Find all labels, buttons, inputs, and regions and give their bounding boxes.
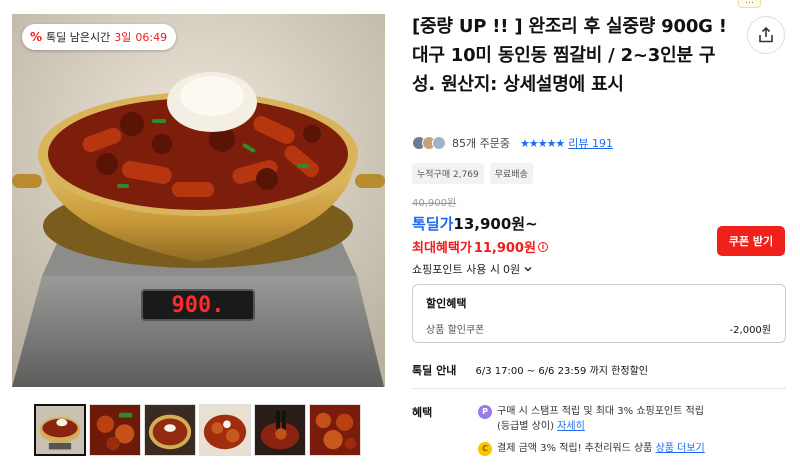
more-products-link[interactable]: 상품 더보기 xyxy=(656,443,705,454)
benefit-item-stamp-points: P 구매 시 스탬프 적립 및 최대 3% 쇼핑포인트 적립 (등급별 상이) … xyxy=(478,404,704,434)
thumbnail-1[interactable] xyxy=(34,404,86,456)
review-link[interactable]: 리뷰 191 xyxy=(568,135,613,151)
tag-free-shipping: 무료배송 xyxy=(489,163,533,184)
thumbnail-image xyxy=(200,405,250,455)
deal-price: 톡딜가13,900원~ xyxy=(412,213,538,234)
deal-timer-badge: % 톡딜 남은시간 3일 06:49 xyxy=(22,24,177,50)
points-icon: P xyxy=(478,405,492,419)
main-product-image: 900. xyxy=(12,14,385,387)
thumbnail-6[interactable] xyxy=(309,404,361,456)
points-label: 쇼핑포인트 사용 시 xyxy=(412,263,500,276)
benefit-text-line1: 구매 시 스탬프 적립 및 최대 3% 쇼핑포인트 적립 xyxy=(497,406,704,417)
corner-badge: … xyxy=(738,0,761,8)
discount-box-title: 할인혜택 xyxy=(426,297,467,310)
rating-stars-icon: ★★★★★ xyxy=(519,136,565,150)
avatar xyxy=(432,136,446,150)
thumbnail-4[interactable] xyxy=(199,404,251,456)
divider xyxy=(412,388,786,389)
scale-readout: 900. xyxy=(172,293,225,318)
details-link[interactable]: 자세히 xyxy=(557,421,585,432)
thumbnail-2[interactable] xyxy=(89,404,141,456)
deal-info-row: 톡딜 안내 6/3 17:00 ~ 6/6 23:59 까지 한정할인 xyxy=(412,362,648,378)
thumbnail-strip xyxy=(34,404,361,456)
max-benefit-label: 최대혜택가 xyxy=(412,241,472,256)
coupon-discount-label: 상품 할인쿠폰 xyxy=(426,325,485,336)
benefit-text-line1: 결제 금액 3% 적립! 추천리워드 상품 xyxy=(497,443,653,454)
product-photo-illustration: 900. xyxy=(12,14,385,387)
thumbnail-image xyxy=(36,406,84,454)
benefit-item-reward: C 결제 금액 3% 적립! 추천리워드 상품 상품 더보기 xyxy=(478,441,705,456)
benefits-label: 혜택 xyxy=(412,406,433,419)
deal-info-label: 톡딜 안내 xyxy=(412,364,457,377)
chevron-down-icon xyxy=(524,267,532,272)
deal-price-value: 13,900원~ xyxy=(453,215,538,233)
tag-total-purchases: 누적구매 2,769 xyxy=(412,163,484,184)
original-price: 40,900원 xyxy=(412,198,457,209)
thumbnail-3[interactable] xyxy=(144,404,196,456)
shopping-points-dropdown[interactable]: 쇼핑포인트 사용 시 0원 xyxy=(412,261,533,277)
deal-timer-time: 06:49 xyxy=(135,30,168,44)
review-summary: 85개 주문중 ★★★★★ 리뷰 191 xyxy=(412,133,613,153)
buyer-avatars xyxy=(412,136,446,150)
coupon-discount-value: -2,000원 xyxy=(729,325,771,336)
benefit-text: 구매 시 스탬프 적립 및 최대 3% 쇼핑포인트 적립 (등급별 상이) 자세… xyxy=(497,404,704,434)
product-title: [중량 UP !! ] 완조리 후 실중량 900G ! 대구 10미 동인동 … xyxy=(412,16,727,95)
benefit-text: 결제 금액 3% 적립! 추천리워드 상품 상품 더보기 xyxy=(497,441,705,456)
thumbnail-5[interactable] xyxy=(254,404,306,456)
deal-timer-prefix: 톡딜 남은시간 xyxy=(46,31,111,44)
deal-timer-days: 3일 xyxy=(114,31,132,44)
thumbnail-image xyxy=(145,405,195,455)
deal-info-period: 6/3 17:00 ~ 6/6 23:59 까지 한정할인 xyxy=(475,366,648,377)
percent-icon: % xyxy=(30,30,43,44)
benefit-text-line2: (등급별 상이) xyxy=(497,421,554,432)
order-count: 85개 주문중 xyxy=(452,137,510,150)
deal-price-label: 톡딜가 xyxy=(412,215,454,233)
info-icon[interactable]: i xyxy=(537,241,548,252)
share-button[interactable] xyxy=(747,16,785,54)
thumbnail-image xyxy=(90,405,140,455)
get-coupon-button[interactable]: 쿠폰 받기 xyxy=(717,226,785,256)
discount-benefits-box: 할인혜택 상품 할인쿠폰 -2,000원 xyxy=(412,284,786,343)
share-icon xyxy=(759,26,773,43)
thumbnail-image xyxy=(310,405,360,455)
max-benefit-value: 11,900원 xyxy=(473,241,536,256)
thumbnail-image xyxy=(255,405,305,455)
coin-icon: C xyxy=(478,442,492,456)
max-benefit-price: 최대혜택가 11,900원 i xyxy=(412,237,548,256)
points-value: 0원 xyxy=(502,263,521,276)
product-tags: 누적구매 2,769 무료배송 xyxy=(412,163,533,184)
